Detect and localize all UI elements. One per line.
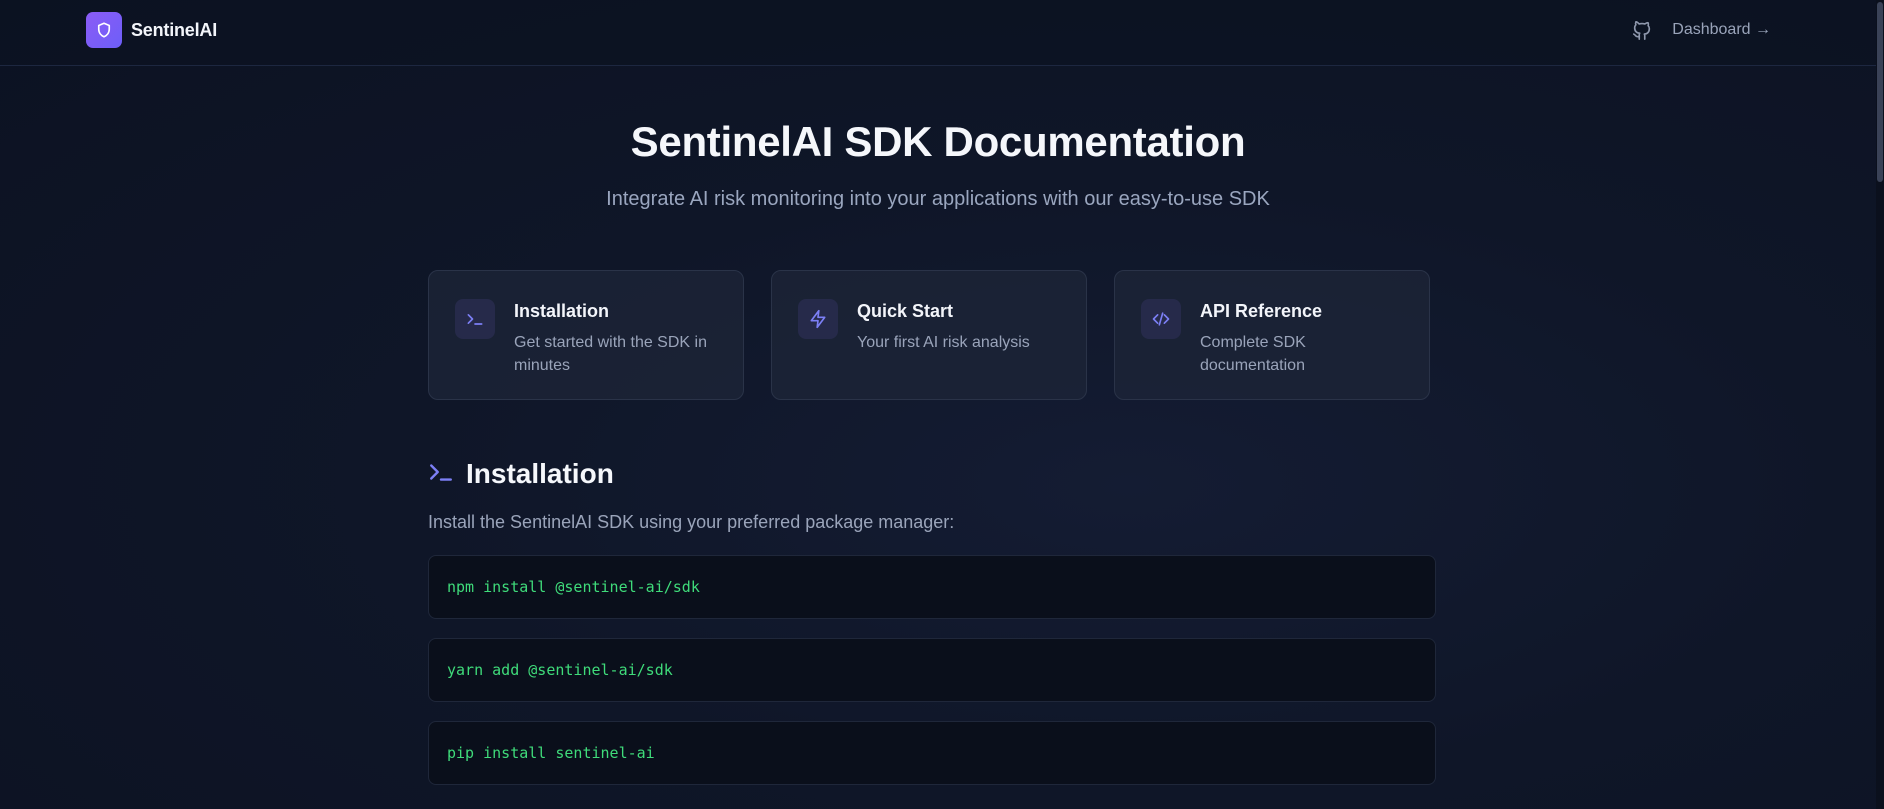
nav-actions: Dashboard → — [1630, 18, 1771, 42]
page-title: SentinelAI SDK Documentation — [630, 118, 1246, 165]
code-icon — [1141, 299, 1181, 339]
github-icon[interactable] — [1630, 18, 1654, 42]
code-block-yarn[interactable]: yarn add @sentinel-ai/sdk — [428, 638, 1436, 702]
card-quick-start[interactable]: Quick Start Your first AI risk analysis — [771, 270, 1087, 400]
scrollbar-thumb[interactable] — [1877, 2, 1883, 182]
terminal-icon — [455, 299, 495, 339]
card-api-reference[interactable]: API Reference Complete SDK documentation — [1114, 270, 1430, 400]
section-title: Installation — [466, 458, 614, 489]
installation-heading: Installation — [428, 458, 614, 490]
shield-icon — [86, 12, 122, 48]
card-title: API Reference — [1200, 301, 1323, 321]
card-title: Installation — [514, 301, 610, 321]
page-subtitle: Integrate AI risk monitoring into your a… — [606, 188, 1270, 210]
code-block-pip[interactable]: pip install sentinel-ai — [428, 721, 1436, 785]
top-navbar: SentinelAI Dashboard → — [0, 0, 1876, 66]
code-block-npm[interactable]: npm install @sentinel-ai/sdk — [428, 555, 1436, 619]
card-description: Your first AI risk analysis — [857, 334, 1030, 351]
brand[interactable]: SentinelAI — [86, 12, 217, 48]
card-description: Get started with the SDK in minutes — [514, 334, 707, 374]
terminal-icon — [428, 459, 454, 490]
card-title: Quick Start — [857, 301, 954, 321]
lightning-icon — [798, 299, 838, 339]
section-description: Install the SentinelAI SDK using your pr… — [428, 512, 955, 532]
dashboard-link[interactable]: Dashboard → — [1672, 21, 1771, 39]
page-scrollbar[interactable] — [1876, 0, 1884, 809]
feature-cards: Installation Get started with the SDK in… — [428, 270, 1436, 400]
card-installation[interactable]: Installation Get started with the SDK in… — [428, 270, 744, 400]
card-description: Complete SDK documentation — [1200, 334, 1306, 374]
brand-name: SentinelAI — [131, 19, 218, 40]
